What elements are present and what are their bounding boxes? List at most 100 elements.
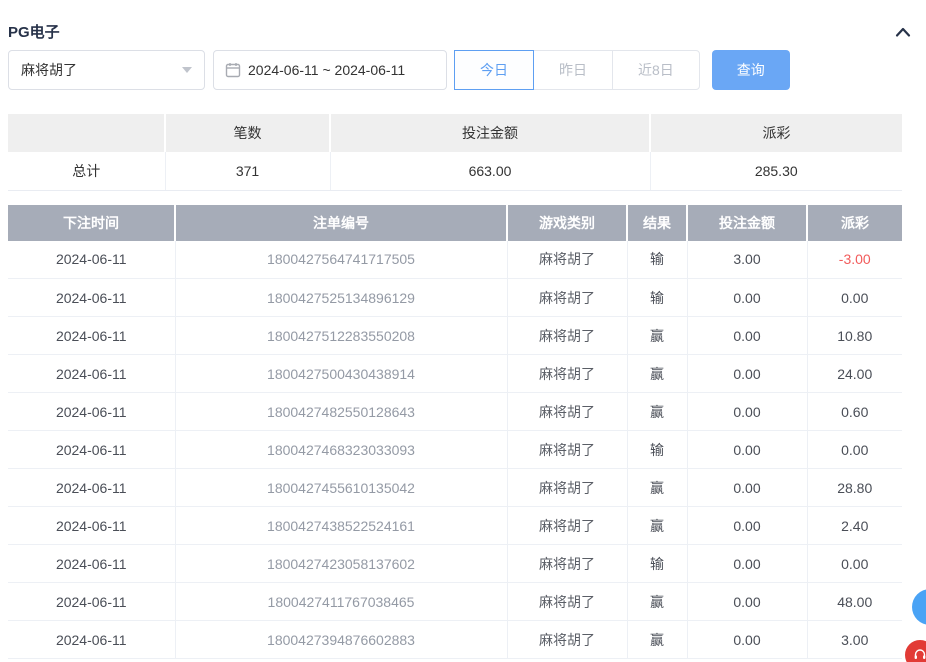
table-row: 2024-06-11 1800427512283550208 麻将胡了 赢 0.… — [8, 317, 902, 355]
summary-total-label: 总计 — [8, 152, 165, 190]
cell-game-type: 麻将胡了 — [507, 393, 627, 431]
summary-header-blank — [8, 114, 165, 152]
date-range-input[interactable]: 2024-06-11 ~ 2024-06-11 — [213, 50, 447, 90]
cell-game-type: 麻将胡了 — [507, 317, 627, 355]
customer-service-button[interactable] — [903, 638, 926, 662]
cell-bet-time: 2024-06-11 — [8, 241, 175, 279]
cell-bet-no: 1800427438522524161 — [175, 507, 507, 545]
search-button[interactable]: 查询 — [712, 50, 790, 90]
cell-bet-amount: 0.00 — [687, 393, 807, 431]
col-header-game-type: 游戏类别 — [507, 205, 627, 241]
cell-bet-no: 1800427512283550208 — [175, 317, 507, 355]
chevron-up-icon — [894, 26, 912, 38]
cell-bet-amount: 0.00 — [687, 583, 807, 621]
cell-result: 赢 — [627, 469, 687, 507]
cell-game-type: 麻将胡了 — [507, 583, 627, 621]
cell-bet-time: 2024-06-11 — [8, 355, 175, 393]
quick-date-button-group: 今日 昨日 近8日 — [455, 50, 700, 90]
headset-icon — [913, 648, 926, 662]
cell-bet-amount: 0.00 — [687, 469, 807, 507]
quick-date-button[interactable]: 昨日 — [533, 50, 613, 90]
cell-game-type: 麻将胡了 — [507, 621, 627, 659]
cell-payout: 2.40 — [807, 507, 902, 545]
cell-bet-no: 1800427564741717505 — [175, 241, 507, 279]
cell-bet-no: 1800427500430438914 — [175, 355, 507, 393]
quick-date-button[interactable]: 今日 — [454, 50, 534, 90]
table-row: 2024-06-11 1800427423058137602 麻将胡了 输 0.… — [8, 545, 902, 583]
cell-bet-no: 1800427525134896129 — [175, 279, 507, 317]
col-header-payout: 派彩 — [807, 205, 902, 241]
cell-bet-amount: 3.00 — [687, 241, 807, 279]
calendar-icon — [225, 62, 241, 78]
table-row: 2024-06-11 1800427468323033093 麻将胡了 输 0.… — [8, 431, 902, 469]
cell-payout: 28.80 — [807, 469, 902, 507]
caret-down-icon — [182, 67, 192, 73]
cell-bet-time: 2024-06-11 — [8, 279, 175, 317]
table-row: 2024-06-11 1800427500430438914 麻将胡了 赢 0.… — [8, 355, 902, 393]
cell-game-type: 麻将胡了 — [507, 355, 627, 393]
col-header-result: 结果 — [627, 205, 687, 241]
cell-game-type: 麻将胡了 — [507, 545, 627, 583]
cell-result: 输 — [627, 545, 687, 583]
floating-widget-button[interactable] — [912, 589, 926, 625]
cell-bet-time: 2024-06-11 — [8, 545, 175, 583]
cell-bet-amount: 0.00 — [687, 545, 807, 583]
table-row: 2024-06-11 1800427525134896129 麻将胡了 输 0.… — [8, 279, 902, 317]
cell-bet-no: 1800427468323033093 — [175, 431, 507, 469]
quick-date-button[interactable]: 近8日 — [612, 50, 700, 90]
summary-header-count: 笔数 — [165, 114, 330, 152]
summary-header-payout: 派彩 — [650, 114, 902, 152]
cell-payout: 0.00 — [807, 545, 902, 583]
cell-bet-amount: 0.00 — [687, 355, 807, 393]
cell-bet-amount: 0.00 — [687, 317, 807, 355]
cell-game-type: 麻将胡了 — [507, 241, 627, 279]
cell-result: 赢 — [627, 355, 687, 393]
bet-records-table: 下注时间 注单编号 游戏类别 结果 投注金额 派彩 2024-06-11 180… — [8, 205, 902, 660]
cell-bet-no: 1800427394876602883 — [175, 621, 507, 659]
summary-table: 笔数 投注金额 派彩 总计 371 663.00 285.30 — [8, 114, 902, 191]
collapse-panel-button[interactable] — [894, 26, 912, 38]
col-header-bet-no: 注单编号 — [175, 205, 507, 241]
cell-result: 赢 — [627, 317, 687, 355]
cell-bet-amount: 0.00 — [687, 507, 807, 545]
cell-payout: -3.00 — [807, 241, 902, 279]
cell-bet-time: 2024-06-11 — [8, 431, 175, 469]
cell-result: 赢 — [627, 621, 687, 659]
cell-result: 赢 — [627, 583, 687, 621]
cell-game-type: 麻将胡了 — [507, 507, 627, 545]
cell-payout: 0.00 — [807, 431, 902, 469]
cell-bet-no: 1800427411767038465 — [175, 583, 507, 621]
cell-payout: 0.60 — [807, 393, 902, 431]
cell-bet-time: 2024-06-11 — [8, 507, 175, 545]
cell-bet-no: 1800427455610135042 — [175, 469, 507, 507]
summary-total-bet-amount: 663.00 — [330, 152, 650, 190]
table-row: 2024-06-11 1800427438522524161 麻将胡了 赢 0.… — [8, 507, 902, 545]
cell-game-type: 麻将胡了 — [507, 469, 627, 507]
cell-payout: 10.80 — [807, 317, 902, 355]
table-row: 2024-06-11 1800427564741717505 麻将胡了 输 3.… — [8, 241, 902, 279]
summary-total-count: 371 — [165, 152, 330, 190]
cell-bet-no: 1800427423058137602 — [175, 545, 507, 583]
cell-bet-time: 2024-06-11 — [8, 583, 175, 621]
cell-bet-amount: 0.00 — [687, 621, 807, 659]
bet-table-body: 2024-06-11 1800427564741717505 麻将胡了 输 3.… — [8, 241, 902, 659]
cell-result: 输 — [627, 241, 687, 279]
date-range-value: 2024-06-11 ~ 2024-06-11 — [248, 62, 405, 78]
table-row: 2024-06-11 1800427394876602883 麻将胡了 赢 0.… — [8, 621, 902, 659]
summary-header-bet-amount: 投注金额 — [330, 114, 650, 152]
game-select[interactable]: 麻将胡了 — [8, 50, 205, 90]
cell-bet-time: 2024-06-11 — [8, 621, 175, 659]
table-row: 2024-06-11 1800427482550128643 麻将胡了 赢 0.… — [8, 393, 902, 431]
table-row: 2024-06-11 1800427455610135042 麻将胡了 赢 0.… — [8, 469, 902, 507]
cell-bet-time: 2024-06-11 — [8, 317, 175, 355]
cell-bet-amount: 0.00 — [687, 279, 807, 317]
cell-payout: 0.00 — [807, 279, 902, 317]
cell-payout: 48.00 — [807, 583, 902, 621]
cell-result: 输 — [627, 431, 687, 469]
cell-payout: 3.00 — [807, 621, 902, 659]
cell-bet-time: 2024-06-11 — [8, 469, 175, 507]
cell-bet-no: 1800427482550128643 — [175, 393, 507, 431]
col-header-bet-amount: 投注金额 — [687, 205, 807, 241]
summary-total-row: 总计 371 663.00 285.30 — [8, 152, 902, 190]
cell-result: 赢 — [627, 393, 687, 431]
